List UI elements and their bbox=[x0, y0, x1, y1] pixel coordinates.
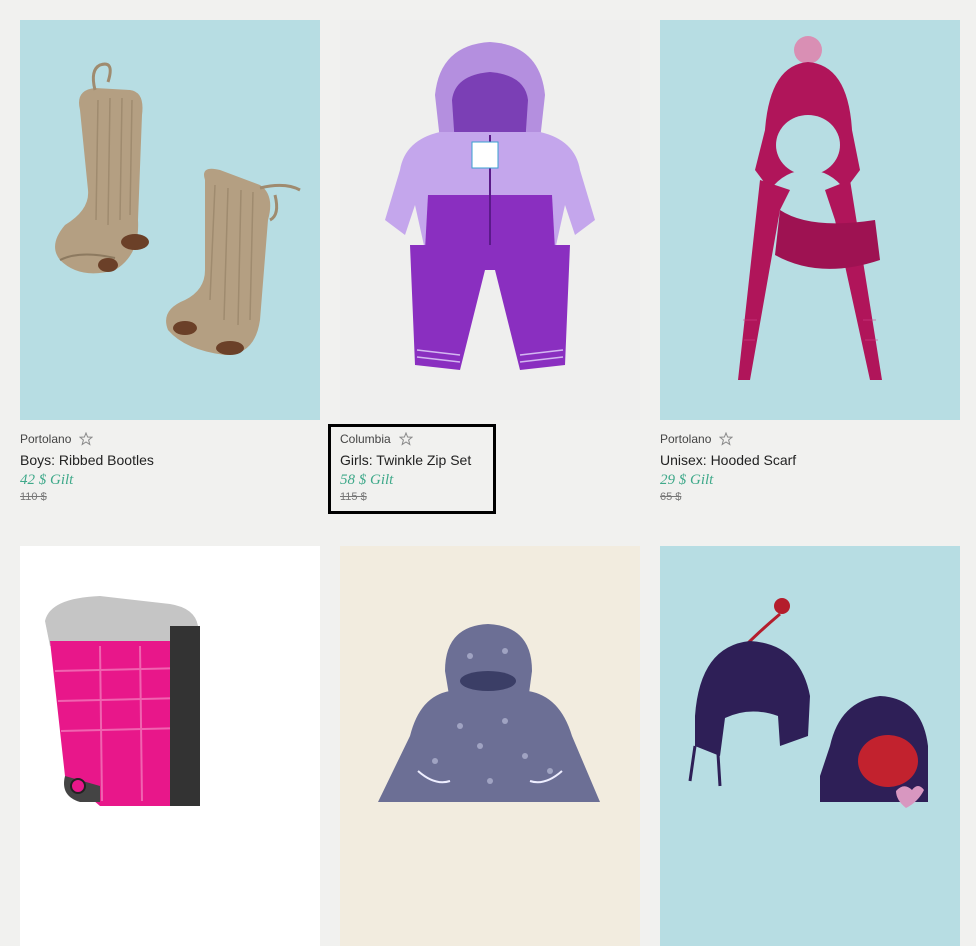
product-sale-price: 58 $ Gilt bbox=[340, 472, 394, 488]
product-card[interactable] bbox=[340, 546, 640, 946]
product-image-pink-snow-boot[interactable] bbox=[20, 546, 320, 946]
favorite-star-icon[interactable] bbox=[719, 432, 734, 446]
product-sale-price: 29 $ Gilt bbox=[660, 472, 714, 488]
product-image-ribbed-booties[interactable] bbox=[20, 20, 320, 420]
favorite-star-icon[interactable] bbox=[79, 432, 94, 446]
product-sale-price: 42 $ Gilt bbox=[20, 472, 74, 488]
product-image-printed-snowsuit[interactable] bbox=[340, 546, 640, 946]
product-card[interactable]: Portolano Unisex: Hooded Scarf 29 $ Gilt… bbox=[660, 20, 960, 504]
product-brand[interactable]: Portolano bbox=[660, 432, 711, 446]
product-image-hooded-scarf[interactable] bbox=[660, 20, 960, 420]
product-name[interactable]: Boys: Ribbed Bootles bbox=[20, 451, 320, 469]
product-name[interactable]: Unisex: Hooded Scarf bbox=[660, 451, 960, 469]
product-brand[interactable]: Columbia bbox=[340, 432, 391, 446]
product-original-price: 115 $ bbox=[340, 491, 367, 503]
product-original-price: 65 $ bbox=[660, 491, 682, 503]
product-image-trapper-hats[interactable] bbox=[660, 546, 960, 946]
product-brand[interactable]: Portolano bbox=[20, 432, 71, 446]
product-card[interactable] bbox=[660, 546, 960, 946]
product-card[interactable] bbox=[20, 546, 320, 946]
product-image-purple-snowsuit[interactable] bbox=[340, 20, 640, 420]
product-card[interactable]: Portolano Boys: Ribbed Bootles 42 $ Gilt… bbox=[20, 20, 320, 504]
product-name[interactable]: Girls: Twinkle Zip Set bbox=[340, 451, 640, 469]
product-original-price: 110 $ bbox=[20, 491, 47, 503]
favorite-star-icon[interactable] bbox=[398, 432, 413, 446]
product-card[interactable]: Columbia Girls: Twinkle Zip Set 58 $ Gil… bbox=[340, 20, 640, 504]
